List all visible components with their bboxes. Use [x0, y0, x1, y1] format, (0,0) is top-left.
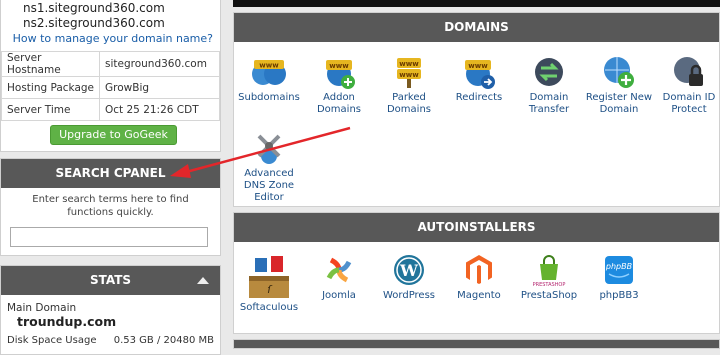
collapse-icon[interactable] — [197, 277, 209, 284]
search-cpanel-header: SEARCH CPANEL — [1, 159, 220, 188]
redirects-icon: www — [461, 54, 497, 90]
account-info-panel: ns1.siteground360.com ns2.siteground360.… — [0, 0, 221, 152]
domain-transfer-icon — [531, 54, 567, 90]
domain-transfer-label: Domain Transfer — [528, 92, 570, 115]
prestashop-item[interactable]: PRESTASHOP PrestaShop — [514, 252, 584, 302]
upgrade-button[interactable]: Upgrade to GoGeek — [50, 125, 177, 145]
info-value: Oct 25 21:26 CDT — [99, 98, 220, 121]
svg-text:www: www — [468, 62, 488, 70]
disk-usage-value: 0.53 GB / 20480 MB — [113, 335, 214, 346]
redirects-label: Redirects — [455, 92, 503, 103]
register-domain-label: Register New Domain — [585, 92, 653, 115]
parked-domains-item[interactable]: www www Parked Domains — [374, 54, 444, 116]
joomla-item[interactable]: Joomla — [304, 252, 374, 302]
main-content: DOMAINS www Subdomains www Addon Domains… — [233, 0, 720, 349]
nameserver-2: ns2.siteground360.com — [23, 16, 165, 30]
table-row: Server Hostname siteground360.com — [1, 51, 220, 77]
addon-domains-icon: www — [321, 54, 357, 90]
prestashop-label: PrestaShop — [520, 290, 578, 301]
magento-label: Magento — [457, 290, 501, 301]
info-label: Hosting Package — [1, 76, 100, 99]
domain-id-protect-label: Domain ID Protect — [662, 92, 716, 115]
svg-text:www: www — [399, 60, 419, 68]
addon-domains-item[interactable]: www Addon Domains — [304, 54, 374, 116]
subdomains-icon: www — [251, 54, 287, 90]
redirects-item[interactable]: www Redirects — [444, 54, 514, 104]
joomla-icon — [321, 252, 357, 288]
dns-zone-editor-item[interactable]: Advanced DNS Zone Editor — [234, 130, 304, 204]
dns-zone-editor-label: Advanced DNS Zone Editor — [243, 168, 295, 203]
phpbb3-item[interactable]: phpBB phpBB3 — [584, 252, 654, 302]
phpbb3-icon: phpBB — [601, 252, 637, 288]
register-domain-item[interactable]: Register New Domain — [584, 54, 654, 116]
server-info-table: Server Hostname siteground360.com Hosting… — [1, 51, 220, 121]
table-row: Server Time Oct 25 21:26 CDT — [1, 98, 220, 121]
domains-header: DOMAINS — [234, 13, 719, 42]
search-input[interactable] — [10, 227, 208, 247]
softaculous-label: Softaculous — [239, 302, 299, 313]
autoinstallers-section: AUTOINSTALLERS ſ Softaculous Joomla W Wo… — [233, 212, 720, 334]
magento-item[interactable]: Magento — [444, 252, 514, 302]
svg-text:W: W — [399, 261, 419, 280]
manage-domain-link[interactable]: How to manage your domain name? — [13, 32, 213, 45]
domain-id-protect-icon — [671, 54, 707, 90]
domain-id-protect-item[interactable]: Domain ID Protect — [654, 54, 720, 116]
svg-text:phpBB: phpBB — [605, 262, 632, 271]
magento-icon — [461, 252, 497, 288]
stats-title: STATS — [89, 273, 132, 287]
wordpress-item[interactable]: W WordPress — [374, 252, 444, 302]
parked-domains-icon: www www — [391, 54, 427, 90]
wordpress-icon: W — [391, 252, 427, 288]
joomla-label: Joomla — [322, 290, 356, 301]
softaculous-icon: ſ — [245, 252, 293, 300]
next-section-header — [233, 339, 720, 349]
subdomains-item[interactable]: www Subdomains — [234, 54, 304, 104]
info-label: Server Time — [1, 98, 100, 121]
nameserver-1: ns1.siteground360.com — [23, 1, 165, 15]
parked-domains-label: Parked Domains — [386, 92, 431, 115]
left-sidebar: ns1.siteground360.com ns2.siteground360.… — [0, 0, 221, 355]
wordpress-label: WordPress — [382, 290, 436, 301]
autoinstallers-header: AUTOINSTALLERS — [234, 213, 719, 242]
info-value: siteground360.com — [99, 51, 220, 77]
svg-text:www: www — [259, 62, 279, 70]
subdomains-label: Subdomains — [238, 92, 300, 103]
table-row: Hosting Package GrowBig — [1, 76, 220, 99]
main-domain-value: troundup.com — [17, 314, 117, 329]
disk-usage-label: Disk Space Usage — [7, 335, 97, 346]
disk-usage-row: Disk Space Usage 0.53 GB / 20480 MB — [1, 329, 220, 346]
stats-header[interactable]: STATS — [1, 266, 220, 295]
top-bar — [233, 0, 720, 7]
info-label: Server Hostname — [1, 51, 100, 77]
svg-text:www: www — [329, 62, 349, 70]
info-value: GrowBig — [99, 76, 220, 99]
domains-section: DOMAINS www Subdomains www Addon Domains… — [233, 12, 720, 207]
softaculous-item[interactable]: ſ Softaculous — [234, 252, 304, 314]
stats-panel: STATS Main Domain troundup.com Disk Spac… — [0, 265, 221, 355]
prestashop-icon: PRESTASHOP — [531, 252, 567, 288]
register-domain-icon — [601, 54, 637, 90]
phpbb3-label: phpBB3 — [599, 290, 639, 301]
main-domain-label: Main Domain — [7, 302, 77, 314]
svg-text:www: www — [399, 71, 419, 79]
search-help-text: Enter search terms here to find function… — [32, 194, 189, 218]
addon-domains-label: Addon Domains — [316, 92, 361, 115]
domain-transfer-item[interactable]: Domain Transfer — [514, 54, 584, 116]
search-cpanel-panel: SEARCH CPANEL Enter search terms here to… — [0, 158, 221, 256]
dns-zone-editor-icon — [251, 130, 287, 166]
svg-text:PRESTASHOP: PRESTASHOP — [533, 282, 566, 288]
